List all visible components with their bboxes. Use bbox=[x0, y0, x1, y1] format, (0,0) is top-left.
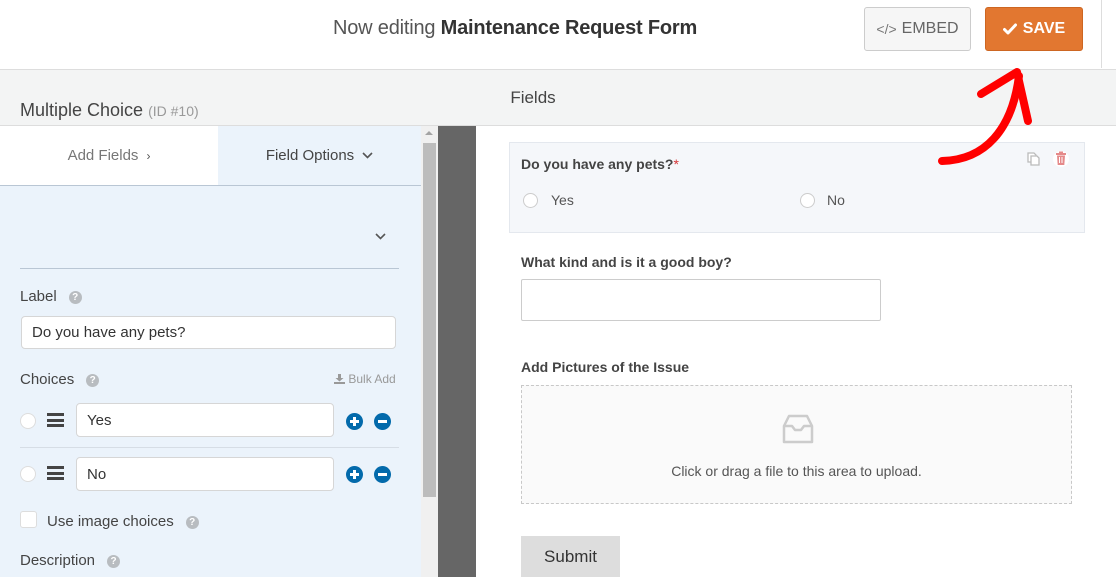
save-label: SAVE bbox=[1022, 20, 1066, 37]
field-type: Multiple Choice bbox=[20, 100, 144, 120]
chevron-down-icon[interactable] bbox=[375, 233, 386, 240]
tab-field-options-label: Field Options bbox=[265, 147, 355, 164]
remove-choice-icon[interactable] bbox=[374, 466, 391, 483]
submit-label: Submit bbox=[544, 546, 597, 566]
choices-heading-text: Choices bbox=[20, 371, 75, 388]
good-boy-input[interactable] bbox=[521, 279, 881, 321]
label-input[interactable]: Do you have any pets? bbox=[21, 316, 396, 349]
duplicate-icon[interactable] bbox=[1025, 150, 1042, 167]
drag-handle-icon[interactable] bbox=[47, 466, 64, 480]
default-choice-radio[interactable] bbox=[20, 466, 36, 482]
upload-instructions: Click or drag a file to this area to upl… bbox=[671, 463, 922, 479]
description-heading-text: Description bbox=[20, 552, 96, 569]
choice-input[interactable]: No bbox=[76, 457, 334, 491]
tab-field-options[interactable]: Field Options bbox=[218, 126, 421, 185]
add-choice-icon[interactable] bbox=[346, 413, 363, 430]
option-label-yes: Yes bbox=[551, 192, 574, 208]
choice-separator bbox=[20, 447, 399, 448]
pictures-label: Add Pictures of the Issue bbox=[521, 359, 690, 375]
scroll-up-arrow-icon[interactable] bbox=[425, 131, 433, 135]
save-button[interactable]: SAVE bbox=[985, 7, 1083, 51]
embed-button[interactable]: </> EMBED bbox=[864, 7, 971, 51]
choice-value: No bbox=[87, 465, 107, 483]
pets-question-label: Do you have any pets?* bbox=[521, 156, 679, 172]
help-icon[interactable]: ? bbox=[86, 374, 100, 387]
required-marker: * bbox=[673, 156, 679, 172]
field-type-header: Multiple Choice (ID #10) bbox=[20, 100, 199, 121]
tab-add-fields-label: Add Fields bbox=[67, 147, 139, 164]
drag-handle-icon[interactable] bbox=[47, 413, 64, 427]
scrollbar-thumb[interactable] bbox=[423, 143, 436, 497]
field-id: (ID #10) bbox=[148, 103, 199, 119]
chevron-down-icon bbox=[362, 152, 373, 159]
good-boy-question-label: What kind and is it a good boy? bbox=[521, 254, 732, 270]
choices-heading: Choices? bbox=[20, 371, 100, 388]
image-choices-label: Use image choices? bbox=[47, 513, 199, 530]
panel-tabs: Add Fields › Field Options bbox=[0, 126, 421, 186]
default-choice-radio[interactable] bbox=[20, 413, 36, 429]
choice-row: Yes bbox=[20, 401, 399, 441]
option-label-no: No bbox=[827, 192, 845, 208]
image-choices-checkbox[interactable] bbox=[20, 511, 37, 528]
label-input-value: Do you have any pets? bbox=[32, 324, 186, 341]
submit-button[interactable]: Submit bbox=[521, 536, 620, 577]
option-radio-yes[interactable] bbox=[523, 193, 538, 208]
description-heading: Description? bbox=[20, 552, 121, 569]
help-icon[interactable]: ? bbox=[185, 516, 199, 529]
topbar-divider bbox=[1101, 0, 1102, 68]
embed-label: EMBED bbox=[901, 20, 959, 37]
download-icon bbox=[334, 374, 345, 384]
label-heading-text: Label bbox=[20, 288, 57, 305]
panel-scrollbar[interactable] bbox=[421, 126, 438, 577]
choice-input[interactable]: Yes bbox=[76, 403, 334, 437]
chevron-right-icon: › bbox=[146, 148, 151, 163]
inbox-icon bbox=[782, 414, 814, 444]
bulk-add-link[interactable]: Bulk Add bbox=[334, 372, 396, 386]
tab-add-fields[interactable]: Add Fields › bbox=[0, 126, 218, 185]
trash-icon[interactable] bbox=[1053, 150, 1069, 167]
choice-row: No bbox=[20, 454, 399, 494]
file-upload-dropzone[interactable]: Click or drag a file to this area to upl… bbox=[521, 385, 1072, 504]
panel-divider bbox=[20, 268, 399, 269]
checkmark-icon bbox=[1002, 23, 1017, 35]
remove-choice-icon[interactable] bbox=[374, 413, 391, 430]
image-choices-text: Use image choices bbox=[47, 513, 174, 530]
choice-value: Yes bbox=[87, 411, 112, 429]
pets-question-text: Do you have any pets? bbox=[521, 156, 674, 172]
add-choice-icon[interactable] bbox=[346, 466, 363, 483]
field-options-panel: Add Fields › Field Options bbox=[0, 126, 421, 577]
bulk-add-label: Bulk Add bbox=[348, 372, 396, 386]
label-heading: Label? bbox=[20, 288, 82, 305]
help-icon[interactable]: ? bbox=[107, 555, 121, 568]
form-name: Maintenance Request Form bbox=[440, 17, 698, 39]
top-bar: Now editing Maintenance Request Form </>… bbox=[0, 0, 1116, 70]
title-prefix: Now editing bbox=[333, 17, 436, 39]
help-icon[interactable]: ? bbox=[68, 291, 82, 304]
option-radio-no[interactable] bbox=[800, 193, 815, 208]
panel-divider-strip bbox=[438, 126, 476, 577]
page-title: Now editing Maintenance Request Form bbox=[333, 17, 697, 40]
code-icon: </> bbox=[876, 21, 897, 37]
